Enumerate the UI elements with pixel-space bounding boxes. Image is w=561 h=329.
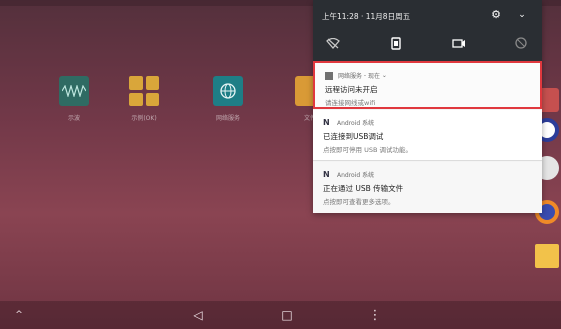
network-app-icon — [325, 71, 333, 80]
app-label: 网络服务 — [215, 115, 240, 122]
wifi-icon[interactable] — [325, 36, 341, 50]
notification-title: 正在通过 USB 传输文件 — [323, 184, 404, 193]
notification-app-name: Android 系统 — [337, 172, 375, 179]
dock-email-icon[interactable] — [535, 244, 559, 268]
notification-text: 点按即可停用 USB 调试功能。 — [323, 146, 412, 154]
app-network-service[interactable]: 网络服务 — [208, 76, 248, 122]
notification-app-name: Android 系统 — [337, 120, 375, 127]
notification-text: 请连接网线或wifi — [325, 99, 376, 107]
chevron-up-icon[interactable]: ^ — [12, 308, 26, 322]
app-grid-icon — [129, 76, 159, 106]
menu-button[interactable]: ⋮ — [368, 308, 382, 322]
globe-icon — [213, 76, 243, 106]
app-label: 示波 — [67, 115, 80, 122]
notification-remote-access[interactable]: 网络服务 - 现在 ⌄ 远程访问未开启 请连接网线或wifi — [313, 61, 542, 109]
android-system-icon: N — [323, 118, 330, 127]
home-button[interactable]: □ — [280, 308, 294, 322]
notification-title: 远程访问未开启 — [325, 85, 378, 94]
notification-usb-debugging[interactable]: N Android 系统 已连接到USB调试 点按即可停用 USB 调试功能。 — [313, 110, 542, 161]
data-saver-icon[interactable] — [513, 36, 529, 50]
notification-usb-file-transfer[interactable]: N Android 系统 正在通过 USB 传输文件 点按即可查看更多选项。 — [313, 162, 542, 213]
app-example[interactable]: 示例(OK) — [124, 76, 164, 122]
notification-time: 现在 — [368, 73, 381, 80]
android-system-icon: N — [323, 170, 330, 179]
notification-app-name: 网络服务 — [338, 73, 363, 80]
rotation-icon[interactable] — [388, 36, 404, 50]
chevron-down-icon[interactable]: ⌄ — [516, 9, 528, 21]
app-label: 示例(OK) — [131, 115, 157, 122]
notification-text: 点按即可查看更多选项。 — [323, 198, 395, 206]
status-time-date: 上午11:28 · 11月8日周五 — [322, 12, 411, 21]
back-button[interactable]: ◁ — [191, 308, 205, 322]
quick-settings-panel: 上午11:28 · 11月8日周五 ⚙ ⌄ — [313, 0, 542, 61]
navigation-bar: ^ ◁ □ ⋮ — [0, 301, 561, 329]
gear-icon[interactable]: ⚙ — [490, 9, 502, 21]
notification-shade: 上午11:28 · 11月8日周五 ⚙ ⌄ 网络服务 - 现在 ⌄ 远程访问未开… — [313, 0, 542, 213]
cast-icon[interactable] — [451, 36, 467, 50]
app-oscilloscope[interactable]: 示波 — [54, 76, 94, 122]
waveform-icon — [59, 76, 89, 106]
chevron-down-icon[interactable]: ⌄ — [380, 72, 387, 79]
notification-title: 已连接到USB调试 — [323, 132, 384, 141]
